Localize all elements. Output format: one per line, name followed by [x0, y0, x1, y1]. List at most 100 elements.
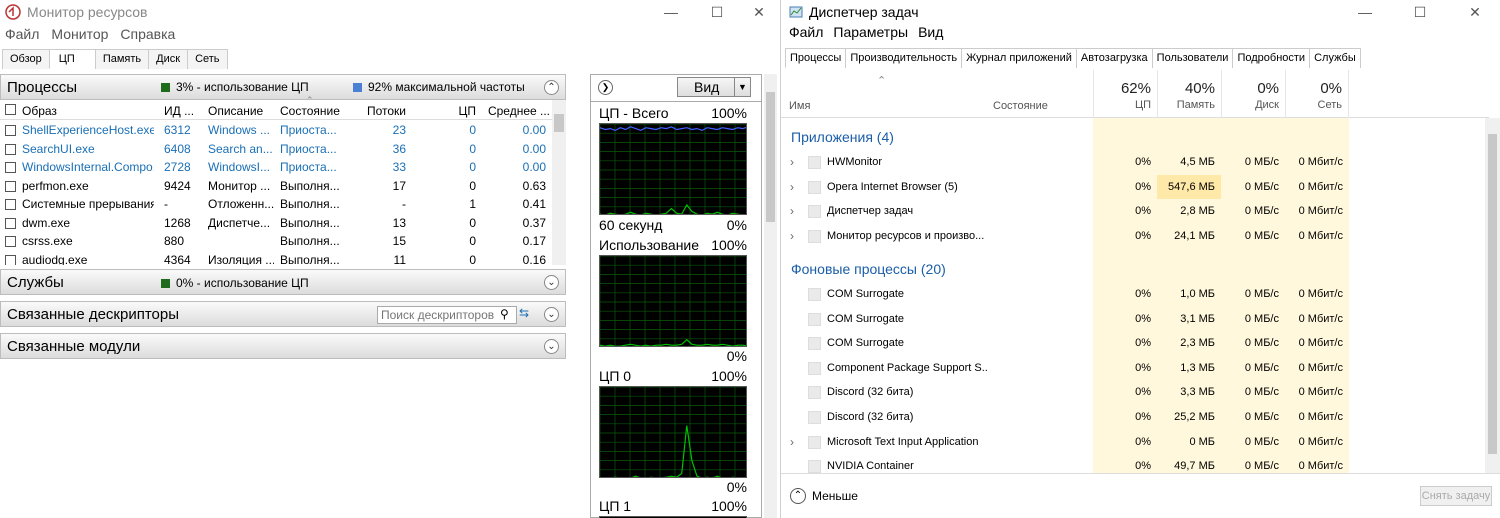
tm-close-button[interactable]: ✕ [1452, 0, 1498, 24]
tab-disk[interactable]: Диск [148, 49, 189, 69]
col-image[interactable]: Образ [22, 104, 152, 118]
tab-overview[interactable]: Обзор [2, 49, 50, 69]
collapse-graphs-icon[interactable]: ❯ [598, 80, 613, 95]
process-row[interactable]: audiodg.exe 4364 Изоляция ... Выполня... 11 0… [0, 251, 552, 265]
process-row[interactable]: SearchUI.exe 6408 Search an... Приоста... 36… [0, 140, 552, 159]
col-disk-header[interactable]: 0% Диск [1221, 70, 1285, 118]
processes-scrollbar[interactable] [552, 100, 566, 265]
view-dropdown[interactable]: Вид ▼ [677, 77, 751, 97]
tab-network[interactable]: Сеть [187, 49, 228, 69]
col-net-header[interactable]: 0% Сеть [1285, 70, 1349, 118]
process-checkbox[interactable] [5, 199, 16, 210]
process-row[interactable]: WindowsInternal.Compo... 2728 WindowsI... П… [0, 158, 552, 177]
end-task-button[interactable]: Снять задачу [1420, 486, 1492, 506]
menu-monitor[interactable]: Монитор [51, 26, 108, 46]
col-cpu[interactable]: ЦП [420, 104, 476, 118]
tab-users[interactable]: Пользователи [1151, 48, 1234, 68]
process-row[interactable]: Системные прерывания - Отложенн... Выполня.… [0, 195, 552, 214]
tab-processes[interactable]: Процессы [785, 48, 847, 68]
tab-app-history[interactable]: Журнал приложений [961, 48, 1077, 68]
task-row[interactable]: NVIDIA Container 0% 49,7 МБ 0 МБ/с 0 Мбит/с [781, 455, 1481, 473]
mem-label: Память [1176, 99, 1215, 111]
col-state[interactable]: Состояние [280, 104, 344, 118]
search-icon[interactable]: ⚲ [500, 307, 509, 321]
taskmgr-scrollbar[interactable] [1485, 118, 1500, 473]
tab-memory[interactable]: Память [94, 49, 150, 69]
apps-group-header[interactable]: Приложения (4) [791, 129, 894, 145]
process-cpu: 0 [469, 178, 476, 193]
col-average[interactable]: Среднее ... [484, 104, 550, 118]
handles-search-input[interactable] [377, 306, 517, 324]
graphs-scroll-thumb[interactable] [766, 92, 775, 222]
task-row[interactable]: › Диспетчер задач 0% 2,8 МБ 0 МБ/с 0 Мбит/с [781, 200, 1481, 224]
tm-menu-view[interactable]: Вид [918, 24, 943, 44]
expand-chevron-icon[interactable]: › [790, 155, 794, 169]
process-checkbox[interactable] [5, 162, 16, 173]
task-row[interactable]: Discord (32 бита) 0% 25,2 МБ 0 МБ/с 0 Мбит/с [781, 406, 1481, 430]
task-row[interactable]: › Opera Internet Browser (5) 0% 547,6 МБ 0 М… [781, 176, 1481, 200]
task-row[interactable]: › Монитор ресурсов и произво... 0% 24,1 МБ 0… [781, 225, 1481, 249]
tab-performance[interactable]: Производительность [845, 48, 963, 68]
dropdown-arrow-icon[interactable]: ▼ [734, 78, 750, 96]
graphs-scrollbar[interactable] [764, 74, 777, 518]
process-row[interactable]: dwm.exe 1268 Диспетче... Выполня... 13 0 0.37 [0, 214, 552, 233]
close-button[interactable]: ✕ [736, 0, 778, 24]
tab-services[interactable]: Службы [1309, 48, 1361, 68]
tm-maximize-button[interactable]: ☐ [1397, 0, 1443, 24]
refresh-icon[interactable]: ⇆ [519, 306, 529, 320]
processes-scroll-thumb[interactable] [554, 114, 564, 132]
expand-modules-icon[interactable]: ⌄ [544, 339, 559, 354]
task-row[interactable]: COM Surrogate 0% 2,3 МБ 0 МБ/с 0 Мбит/с [781, 332, 1481, 356]
expand-chevron-icon[interactable]: › [790, 180, 794, 194]
process-checkbox[interactable] [5, 236, 16, 247]
select-all-checkbox[interactable] [5, 104, 16, 115]
tab-startup[interactable]: Автозагрузка [1075, 48, 1153, 68]
task-row[interactable]: › HWMonitor 0% 4,5 МБ 0 МБ/с 0 Мбит/с [781, 151, 1481, 175]
modules-section-header[interactable]: Связанные модули ⌄ [0, 333, 566, 359]
tm-menu-file[interactable]: Файл [789, 24, 823, 44]
resource-monitor-window: Монитор ресурсов — ☐ ✕ Файл Монитор Спра… [0, 0, 778, 518]
graph-cpu-total-min: 0% [726, 217, 747, 233]
task-row[interactable]: Discord (32 бита) 0% 3,3 МБ 0 МБ/с 0 Мбит/с [781, 381, 1481, 405]
task-row[interactable]: COM Surrogate 0% 3,1 МБ 0 МБ/с 0 Мбит/с [781, 308, 1481, 332]
expand-chevron-icon[interactable]: › [790, 435, 794, 449]
col-description[interactable]: Описание [208, 104, 272, 118]
expand-services-icon[interactable]: ⌄ [544, 275, 559, 290]
collapse-processes-icon[interactable]: ⌃ [544, 80, 559, 95]
col-pid[interactable]: ИД ... [164, 104, 200, 118]
minimize-button[interactable]: — [648, 0, 694, 24]
process-checkbox[interactable] [5, 125, 16, 136]
processes-section-header[interactable]: Процессы 3% - использование ЦП 92% макси… [0, 74, 566, 100]
process-checkbox[interactable] [5, 143, 16, 155]
menu-help[interactable]: Справка [120, 26, 175, 46]
maximize-button[interactable]: ☐ [694, 0, 740, 24]
task-row[interactable]: Component Package Support S... 0% 1,3 МБ 0 … [781, 357, 1481, 381]
expand-chevron-icon[interactable]: › [790, 229, 794, 243]
process-checkbox[interactable] [5, 180, 16, 192]
process-row[interactable]: ShellExperienceHost.exe 6312 Windows ... Пр… [0, 121, 552, 140]
taskmgr-scroll-thumb[interactable] [1488, 134, 1497, 454]
col-mem-header[interactable]: 40% Память [1157, 70, 1221, 118]
tab-details[interactable]: Подробности [1232, 48, 1311, 68]
col-cpu-header[interactable]: 62% ЦП [1093, 70, 1157, 118]
tab-cpu[interactable]: ЦП [48, 49, 96, 69]
col-status[interactable]: Состояние [993, 100, 1048, 112]
expand-chevron-icon[interactable]: › [790, 204, 794, 218]
background-group-header[interactable]: Фоновые процессы (20) [791, 261, 946, 277]
handles-section-header[interactable]: Связанные дескрипторы ⚲ ⇆ ⌄ [0, 301, 566, 327]
process-checkbox[interactable] [5, 217, 16, 229]
expand-handles-icon[interactable]: ⌄ [544, 307, 559, 322]
task-row[interactable]: COM Surrogate 0% 1,0 МБ 0 МБ/с 0 Мбит/с [781, 283, 1481, 307]
process-checkbox[interactable] [5, 254, 16, 265]
fewer-details-link[interactable]: Меньше [812, 489, 858, 503]
task-row[interactable]: › Microsoft Text Input Application 0% 0 МБ 0… [781, 431, 1481, 455]
collapse-up-icon[interactable]: ⌃ [790, 488, 806, 504]
tm-menu-options[interactable]: Параметры [833, 24, 908, 44]
col-threads[interactable]: Потоки [350, 104, 406, 118]
process-row[interactable]: csrss.exe 880 Выполня... 15 0 0.17 [0, 232, 552, 251]
menu-file[interactable]: Файл [5, 26, 39, 46]
tm-minimize-button[interactable]: — [1342, 0, 1388, 24]
col-name[interactable]: Имя [789, 100, 810, 112]
process-row[interactable]: perfmon.exe 9424 Монитор ... Выполня... 17 0 0… [0, 177, 552, 196]
services-section-header[interactable]: Службы 0% - использование ЦП ⌄ [0, 269, 566, 295]
